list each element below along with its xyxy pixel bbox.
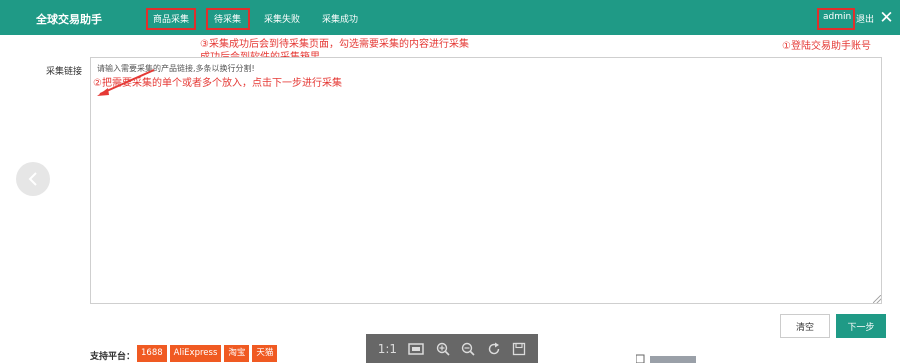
app-title: 全球交易助手 <box>36 13 102 26</box>
header-bar: 全球交易助手 商品采集 待采集 采集失败 采集成功 admin 退出 <box>0 0 900 35</box>
clear-button[interactable]: 清空 <box>780 314 830 338</box>
fit-screen-icon <box>408 342 425 355</box>
zoom-in-icon <box>436 342 450 356</box>
note-step3-line1: ③采集成功后会到待采集页面，勾选需要采集的内容进行采集 <box>200 39 469 50</box>
platform-tag-tmall[interactable]: 天猫 <box>252 345 278 362</box>
platform-list: 1688 AliExpress 淘宝 天猫 <box>137 345 278 362</box>
note-step1: ①登陆交易助手账号 <box>782 41 871 52</box>
zoom-out-icon <box>462 342 475 356</box>
user-account[interactable]: admin <box>823 12 851 22</box>
collect-link-input[interactable] <box>90 57 882 304</box>
platform-tag-aliexpress[interactable]: AliExpress <box>169 345 222 362</box>
save-icon <box>513 342 526 355</box>
previous-button[interactable] <box>16 162 50 196</box>
page: 全球交易助手 商品采集 待采集 采集失败 采集成功 admin 退出 ✕ ③采集… <box>0 0 900 363</box>
textarea-resize-handle[interactable] <box>873 295 881 303</box>
tab-pending-collect[interactable]: 待采集 <box>214 12 241 25</box>
close-icon: ✕ <box>879 7 894 28</box>
next-step-button[interactable]: 下一步 <box>836 314 886 338</box>
close-button[interactable]: ✕ <box>873 0 900 35</box>
zoom-out-button[interactable] <box>461 342 475 356</box>
rotate-button[interactable] <box>487 342 501 356</box>
actual-size-button[interactable]: 1:1 <box>378 342 397 356</box>
tab-collect-failed[interactable]: 采集失败 <box>264 12 300 25</box>
zoom-in-button[interactable] <box>436 342 450 356</box>
collect-link-label: 采集链接 <box>46 67 83 77</box>
platforms-label: 支持平台： <box>90 352 136 362</box>
partial-element <box>636 354 696 363</box>
note-step2: ②把需要采集的单个或者多个放入，点击下一步进行采集 <box>93 78 342 89</box>
viewer-toolbar: 1:1 <box>366 334 538 363</box>
tab-product-collect[interactable]: 商品采集 <box>153 12 189 25</box>
tab-collect-success[interactable]: 采集成功 <box>322 12 358 25</box>
rotate-icon <box>488 342 499 354</box>
platform-tag-1688[interactable]: 1688 <box>137 345 167 362</box>
save-button[interactable] <box>512 342 526 356</box>
fit-screen-button[interactable] <box>408 342 425 356</box>
logout-link[interactable]: 退出 <box>856 12 874 25</box>
platform-tag-taobao[interactable]: 淘宝 <box>224 345 250 362</box>
chevron-left-icon <box>28 172 37 186</box>
